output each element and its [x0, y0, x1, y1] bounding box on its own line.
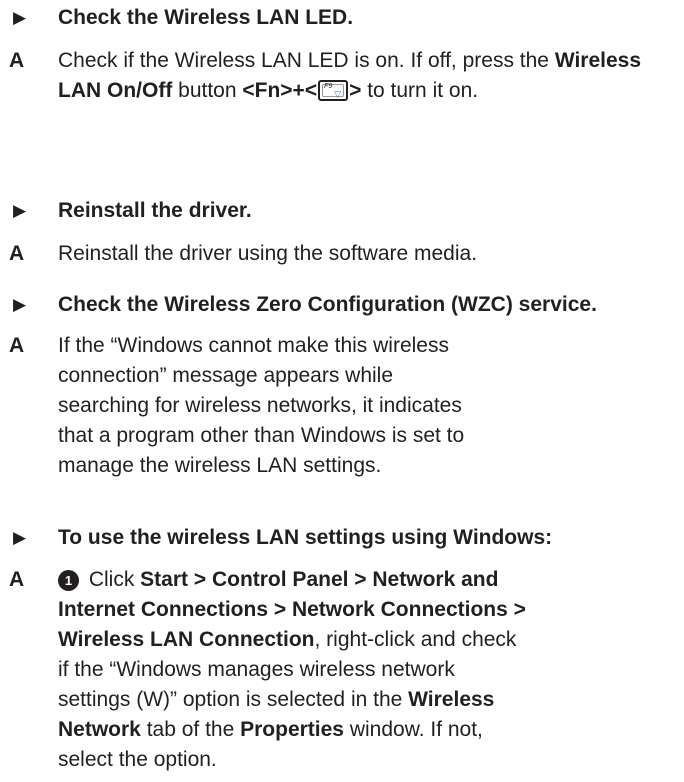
faq-answer: A Check if the Wireless LAN LED is on. I…: [0, 46, 684, 106]
answer-text: If the “Windows cannot make this wireles…: [58, 334, 465, 477]
faq-question: ▶ Check the Wireless LAN LED.: [0, 3, 684, 33]
wireless-antenna-key-icon: F9 ▽: [318, 80, 349, 101]
faq-page: ▶ Check the Wireless LAN LED. A Check if…: [0, 0, 684, 782]
answer-text: Reinstall the driver using the software …: [58, 242, 478, 265]
faq-answer: A Reinstall the driver using the softwar…: [0, 239, 684, 269]
circled-number-icon: 1: [58, 570, 79, 591]
triangle-bullet-icon: ▶: [13, 528, 27, 547]
question-text: Reinstall the driver.: [58, 199, 252, 222]
answer-marker: A: [9, 334, 25, 357]
faq-answer: A 1 Click Start > Control Panel > Networ…: [0, 565, 684, 775]
answer-text: 1 Click Start > Control Panel > Network …: [58, 568, 526, 771]
triangle-bullet-icon: ▶: [13, 295, 27, 314]
answer-text: Check if the Wireless LAN LED is on. If …: [58, 49, 642, 102]
answer-marker: A: [9, 568, 25, 591]
question-text: To use the wireless LAN settings using W…: [58, 526, 553, 549]
faq-question: ▶ To use the wireless LAN settings using…: [0, 523, 684, 553]
faq-question: ▶ Reinstall the driver.: [0, 196, 684, 226]
faq-question: ▶ Check the Wireless Zero Configuration …: [0, 290, 684, 320]
triangle-bullet-icon: ▶: [13, 8, 27, 27]
triangle-bullet-icon: ▶: [13, 201, 27, 220]
question-text: Check the Wireless LAN LED.: [58, 6, 354, 29]
answer-marker: A: [9, 242, 25, 265]
question-text: Check the Wireless Zero Configuration (W…: [58, 293, 597, 316]
faq-answer: A If the “Windows cannot make this wirel…: [0, 331, 684, 481]
answer-marker: A: [9, 49, 25, 72]
